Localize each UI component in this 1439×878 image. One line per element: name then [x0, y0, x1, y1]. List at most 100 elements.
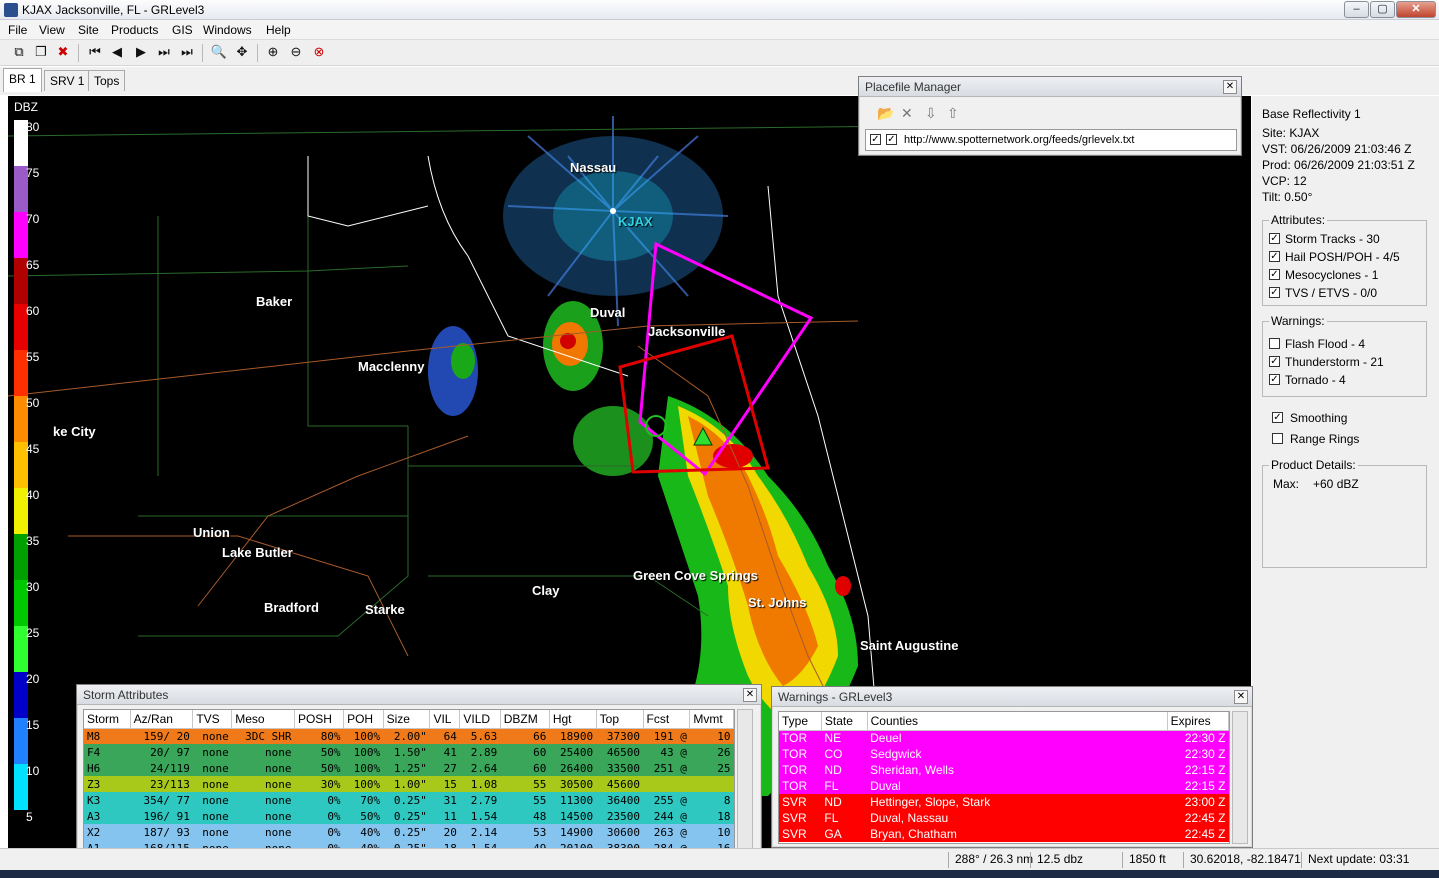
- copy-icon[interactable]: ⧉: [10, 43, 28, 61]
- storm-column-header[interactable]: VIL: [429, 710, 461, 729]
- flash-flood-checkbox[interactable]: [1269, 338, 1280, 349]
- storm-row[interactable]: Z3 23/113 none none 30% 100% 1.00" 15 1.08 55 3050…: [84, 776, 734, 792]
- storm-cell: none: [264, 761, 292, 775]
- storm-cell: none: [202, 761, 229, 775]
- menu-site[interactable]: Site: [78, 23, 99, 37]
- remove-icon[interactable]: ✕: [901, 105, 913, 122]
- duplicate-icon[interactable]: ❐: [32, 43, 50, 61]
- thunderstorm-checkbox[interactable]: ✓: [1269, 356, 1280, 367]
- storm-cell: 3DC SHR: [245, 729, 292, 743]
- storm-column-header[interactable]: Size: [383, 710, 431, 729]
- storm-column-header[interactable]: POH: [343, 710, 384, 729]
- menu-file[interactable]: File: [8, 23, 27, 37]
- warning-column-header[interactable]: Expires: [1167, 712, 1229, 731]
- placefile-close-button[interactable]: ✕: [1223, 80, 1237, 94]
- menu-view[interactable]: View: [39, 23, 65, 37]
- warning-cell: 22:45 Z: [1184, 811, 1226, 825]
- move-up-icon[interactable]: ⇧: [947, 105, 959, 122]
- warnings-window: Warnings - GRLevel3 ✕ Type State Counties E…: [771, 686, 1253, 848]
- warning-row[interactable]: SVR FL Duval, Nassau 22:45 Z: [779, 810, 1229, 826]
- zoom-out-icon[interactable]: ⊖: [287, 43, 305, 61]
- move-down-icon[interactable]: ⇩: [925, 105, 937, 122]
- storm-cell: 60: [533, 761, 547, 775]
- storm-column-header[interactable]: Hgt: [549, 710, 597, 729]
- product-tilt: Tilt: 0.50°: [1262, 190, 1313, 204]
- placefile-visible-checkbox[interactable]: ✓: [886, 134, 897, 145]
- warnings-scrollbar[interactable]: [1232, 711, 1248, 844]
- warning-row[interactable]: TOR ND Sheridan, Wells 22:15 Z: [779, 762, 1229, 778]
- title-bar: KJAX Jacksonville, FL - GRLevel3 – ▢ ✕: [0, 0, 1439, 20]
- toolbar: ⧉ ❐ ✖ ⏮ ◀ ▶ ⏭ ⏭ 🔍 ✥ ⊕ ⊖ ⊗: [0, 40, 1439, 66]
- close-button[interactable]: ✕: [1396, 1, 1436, 18]
- menu-products[interactable]: Products: [111, 23, 158, 37]
- smoothing-checkbox[interactable]: ✓: [1272, 412, 1283, 423]
- warning-column-header[interactable]: Counties: [867, 712, 1168, 731]
- tvs-checkbox[interactable]: ✓: [1269, 287, 1280, 298]
- storm-row[interactable]: H6 24/119 none none 50% 100% 1.25" 27 2.64 60 2640…: [84, 760, 734, 776]
- storm-cell: 30%: [320, 777, 341, 791]
- open-folder-icon[interactable]: 📂: [877, 105, 894, 122]
- maximize-button[interactable]: ▢: [1370, 1, 1395, 18]
- placefile-manager-title: Placefile Manager: [859, 77, 1241, 97]
- taskbar: [0, 870, 1439, 878]
- placefile-enabled-checkbox[interactable]: ✓: [870, 134, 881, 145]
- previous-frame-icon[interactable]: ◀: [108, 43, 126, 61]
- warning-column-header[interactable]: Type: [779, 712, 822, 731]
- storm-row[interactable]: X2 187/ 93 none none 0% 40% 0.25" 20 2.14 53 14900…: [84, 824, 734, 840]
- tab-srv1[interactable]: SRV 1: [44, 70, 91, 91]
- warning-row[interactable]: SVR GA Bryan, Chatham 22:45 Z: [779, 826, 1229, 842]
- storm-row[interactable]: M8 159/ 20 none 3DC SHR 80% 100% 2.00" 64 5.63 66…: [84, 728, 734, 744]
- storm-column-header[interactable]: Fcst: [643, 710, 691, 729]
- hail-checkbox[interactable]: ✓: [1269, 251, 1280, 262]
- delete-icon[interactable]: ✖: [54, 43, 72, 61]
- first-frame-icon[interactable]: ⏮: [86, 43, 104, 61]
- menu-gis[interactable]: GIS: [172, 23, 193, 37]
- zoom-reset-icon[interactable]: ⊗: [310, 43, 328, 61]
- status-height: 1850 ft: [1122, 852, 1166, 868]
- storm-row[interactable]: A3 196/ 91 none none 0% 50% 0.25" 11 1.54 48 14500…: [84, 808, 734, 824]
- warning-row[interactable]: TOR FL Duval 22:15 Z: [779, 778, 1229, 794]
- menu-windows[interactable]: Windows: [203, 23, 252, 37]
- warning-cell: Bryan, Chatham: [870, 827, 957, 841]
- warning-cell: 22:15 Z: [1184, 779, 1226, 793]
- storm-column-header[interactable]: POSH: [294, 710, 345, 729]
- minimize-button[interactable]: –: [1344, 1, 1369, 18]
- mesocyclones-checkbox[interactable]: ✓: [1269, 269, 1280, 280]
- pan-icon[interactable]: ✥: [233, 43, 251, 61]
- storm-attributes-scrollbar[interactable]: [737, 709, 753, 857]
- storm-cell: 24/119: [150, 761, 190, 775]
- menu-help[interactable]: Help: [266, 23, 291, 37]
- warnings-close-button[interactable]: ✕: [1234, 690, 1248, 704]
- storm-attributes-close-button[interactable]: ✕: [743, 688, 757, 702]
- storm-tracks-checkbox[interactable]: ✓: [1269, 233, 1280, 244]
- tornado-checkbox[interactable]: ✓: [1269, 374, 1280, 385]
- placefile-url[interactable]: http://www.spotternetwork.org/feeds/grle…: [904, 134, 1135, 146]
- storm-column-header[interactable]: TVS: [192, 710, 233, 729]
- colorbar-tick: 5: [26, 810, 33, 824]
- storm-cell: 255 @: [653, 793, 687, 807]
- storm-column-header[interactable]: Top: [596, 710, 644, 729]
- range-rings-checkbox[interactable]: [1272, 433, 1283, 444]
- tab-br1[interactable]: BR 1: [3, 68, 42, 92]
- storm-column-header[interactable]: Mvmt: [689, 710, 734, 729]
- warning-row[interactable]: SVR ND Hettinger, Slope, Stark 23:00 Z: [779, 794, 1229, 810]
- next-frame-icon[interactable]: ⏭: [155, 43, 173, 61]
- play-icon[interactable]: ▶: [132, 43, 150, 61]
- zoom-in-icon[interactable]: ⊕: [264, 43, 282, 61]
- storm-column-header[interactable]: Az/Ran: [130, 710, 194, 729]
- warning-row[interactable]: TOR CO Sedgwick 22:30 Z: [779, 746, 1229, 762]
- warning-row[interactable]: TOR NE Deuel 22:30 Z: [779, 730, 1229, 746]
- storm-column-header[interactable]: Meso: [231, 710, 295, 729]
- product-info-panel: Base Reflectivity 1 Site: KJAX VST: 06/2…: [1252, 96, 1439, 856]
- storm-cell: none: [202, 809, 229, 823]
- storm-column-header[interactable]: Storm: [84, 710, 131, 729]
- zoom-icon[interactable]: 🔍: [210, 43, 228, 61]
- storm-column-header[interactable]: VILD: [459, 710, 501, 729]
- storm-row[interactable]: F4 20/ 97 none none 50% 100% 1.50" 41 2.89 60 2540…: [84, 744, 734, 760]
- warnings-group: Warnings: Flash Flood - 4 ✓ Thunderstorm…: [1262, 314, 1427, 397]
- last-frame-icon[interactable]: ⏭: [178, 43, 196, 61]
- tab-tops[interactable]: Tops: [88, 70, 126, 91]
- warning-column-header[interactable]: State: [821, 712, 868, 731]
- storm-row[interactable]: K3 354/ 77 none none 0% 70% 0.25" 31 2.79 55 11300…: [84, 792, 734, 808]
- storm-column-header[interactable]: DBZM: [500, 710, 550, 729]
